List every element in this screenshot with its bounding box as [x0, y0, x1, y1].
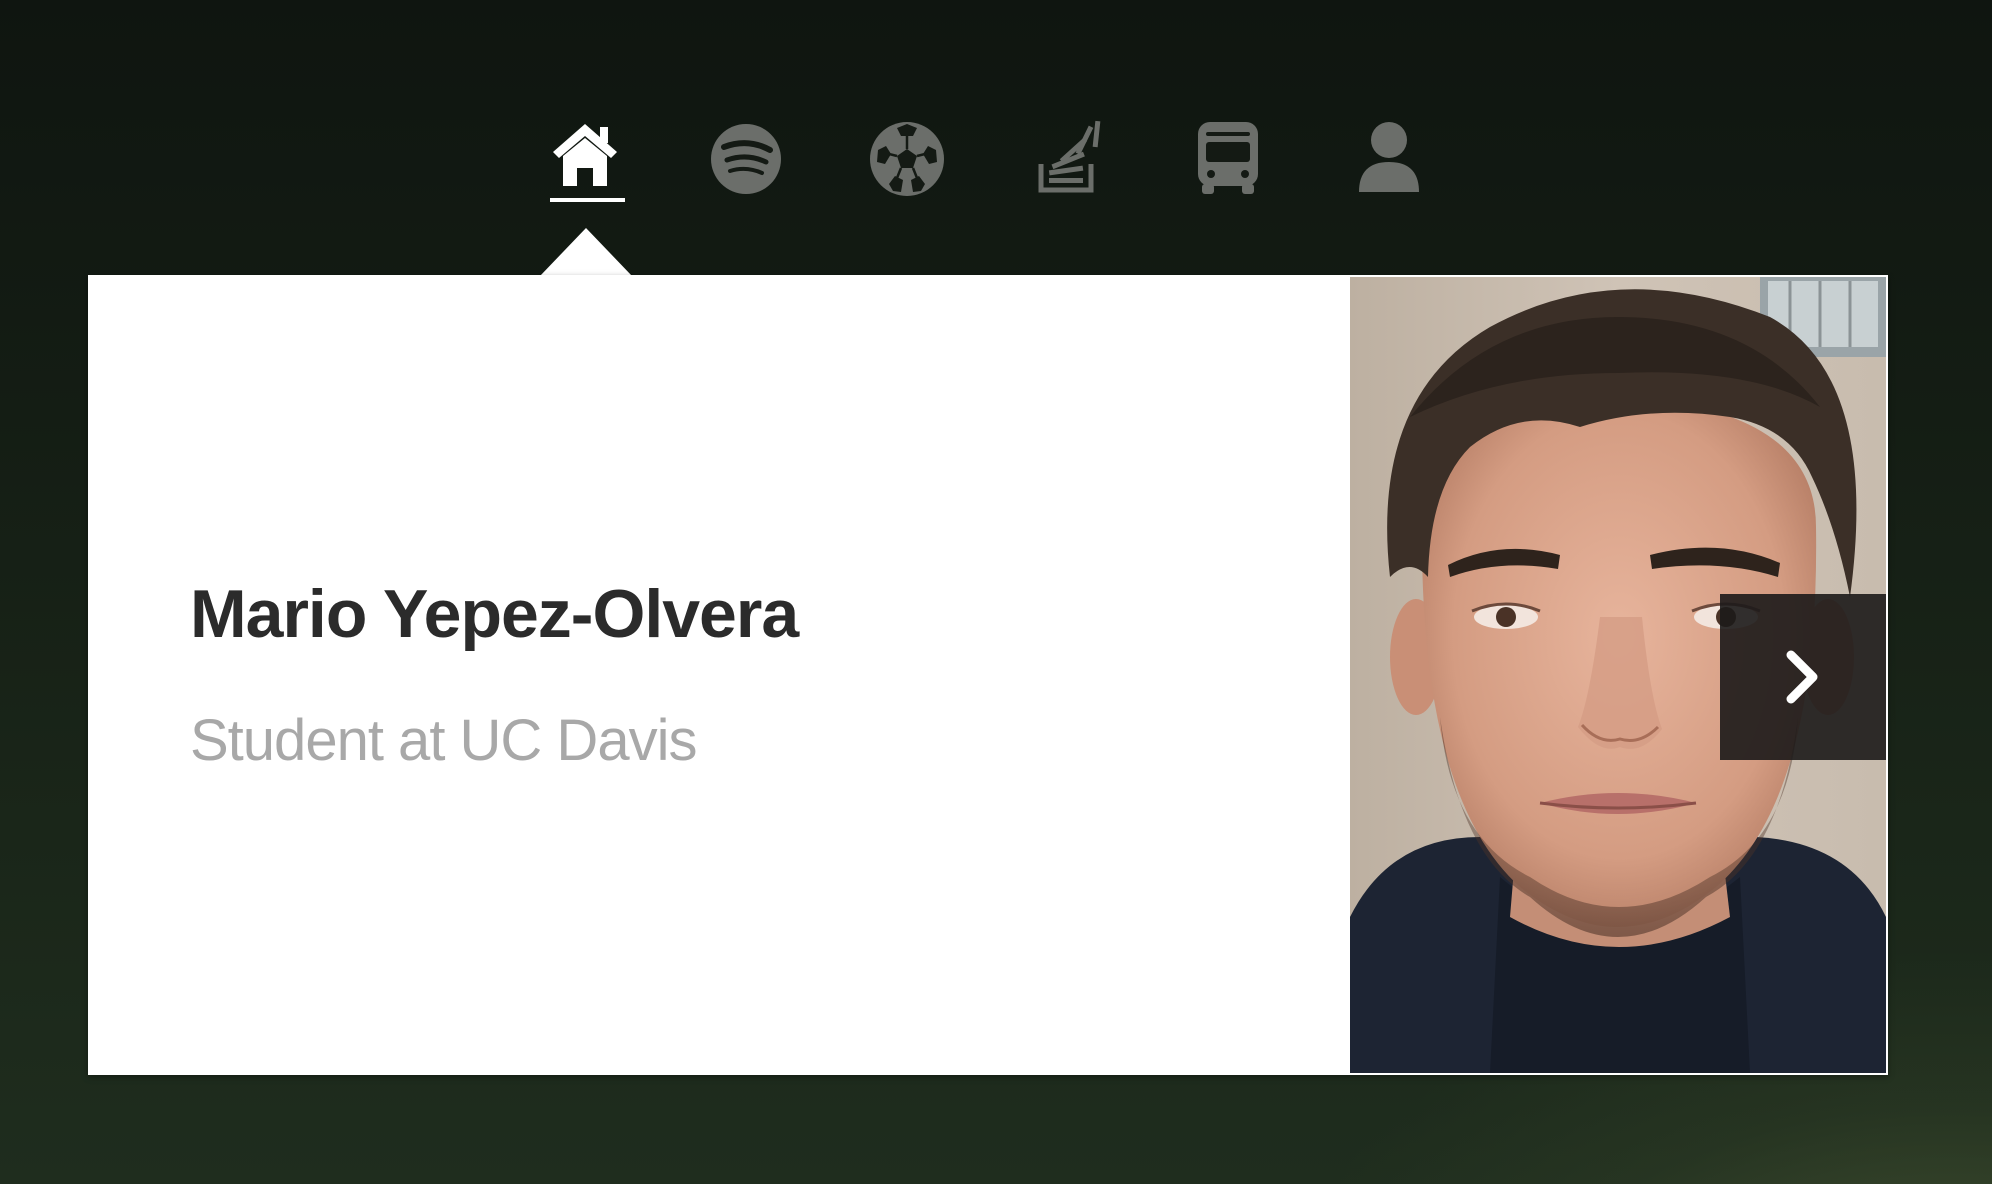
- profile-card: Mario Yepez-Olvera Student at UC Davis: [88, 275, 1888, 1075]
- nav-item-stack-overflow[interactable]: [1022, 112, 1112, 212]
- nav-item-spotify[interactable]: [701, 112, 791, 212]
- next-slide-button[interactable]: [1720, 594, 1886, 760]
- nav-item-bus[interactable]: [1183, 112, 1273, 212]
- active-tab-indicator: [550, 198, 625, 202]
- stack-overflow-icon: [1038, 120, 1101, 193]
- nav-item-profile[interactable]: [1344, 112, 1434, 212]
- chevron-right-icon: [1786, 650, 1818, 704]
- soccer-ball-icon: [870, 122, 944, 196]
- card-pointer: [540, 228, 632, 276]
- nav-item-home[interactable]: [540, 112, 630, 212]
- top-nav: [0, 0, 1992, 210]
- profile-photo: [1350, 277, 1886, 1073]
- bus-icon: [1198, 122, 1258, 194]
- home-icon: [553, 124, 617, 186]
- nav-item-soccer[interactable]: [862, 112, 952, 212]
- profile-name: Mario Yepez-Olvera: [190, 576, 799, 652]
- user-icon: [1359, 122, 1419, 192]
- spotify-icon: [711, 124, 781, 194]
- profile-subtitle: Student at UC Davis: [190, 708, 697, 773]
